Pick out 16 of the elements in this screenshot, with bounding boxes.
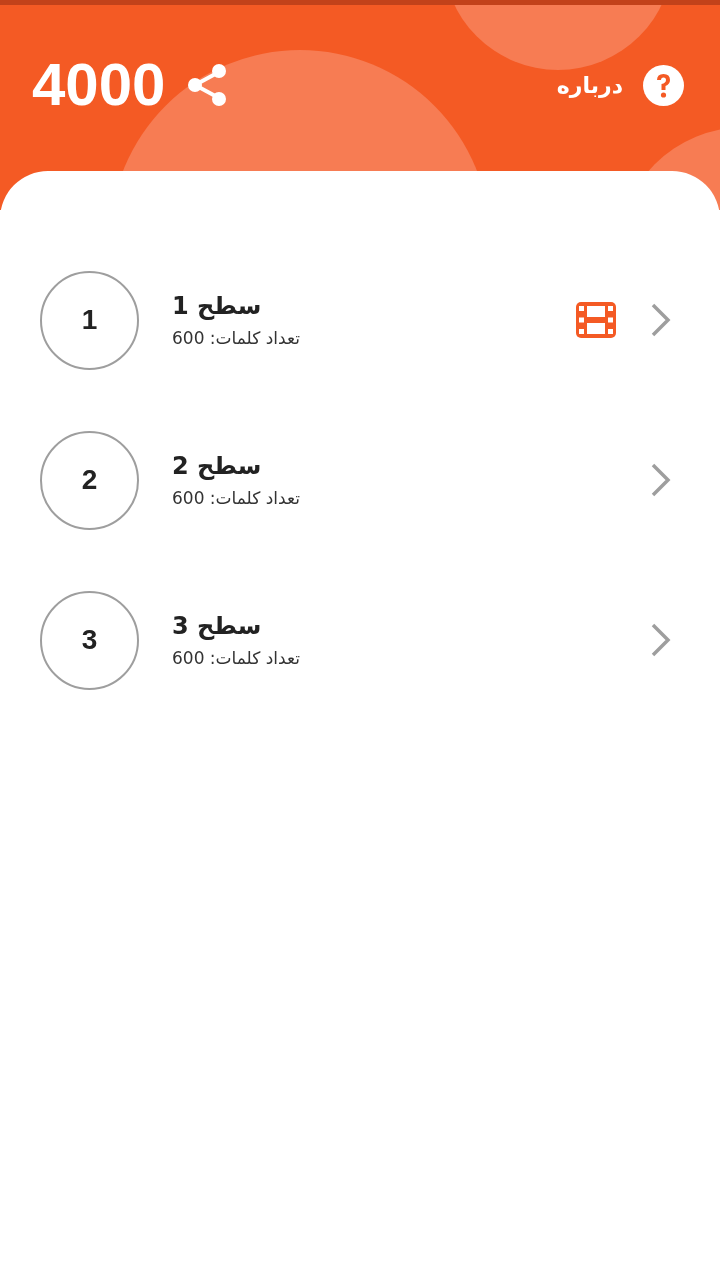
- word-count: تعداد کلمات: 600: [172, 648, 300, 668]
- level-number-badge: 1: [40, 270, 139, 370]
- word-count: تعداد کلمات: 600: [172, 488, 300, 508]
- level-title[interactable]: سطح 3: [172, 612, 262, 640]
- score-counter: 4000: [32, 55, 166, 115]
- level-number-badge: 3: [40, 590, 139, 690]
- chevron-icon[interactable]: [650, 302, 672, 338]
- chevron-icon[interactable]: [650, 622, 672, 658]
- level-title[interactable]: سطح 1: [172, 292, 262, 320]
- film-icon[interactable]: [576, 302, 616, 338]
- word-count: تعداد کلمات: 600: [172, 328, 300, 348]
- level-number-badge: 2: [40, 430, 139, 530]
- help-icon[interactable]: [643, 64, 684, 106]
- chevron-icon[interactable]: [650, 462, 672, 498]
- level-title[interactable]: سطح 2: [172, 452, 262, 480]
- share-icon[interactable]: [187, 64, 228, 106]
